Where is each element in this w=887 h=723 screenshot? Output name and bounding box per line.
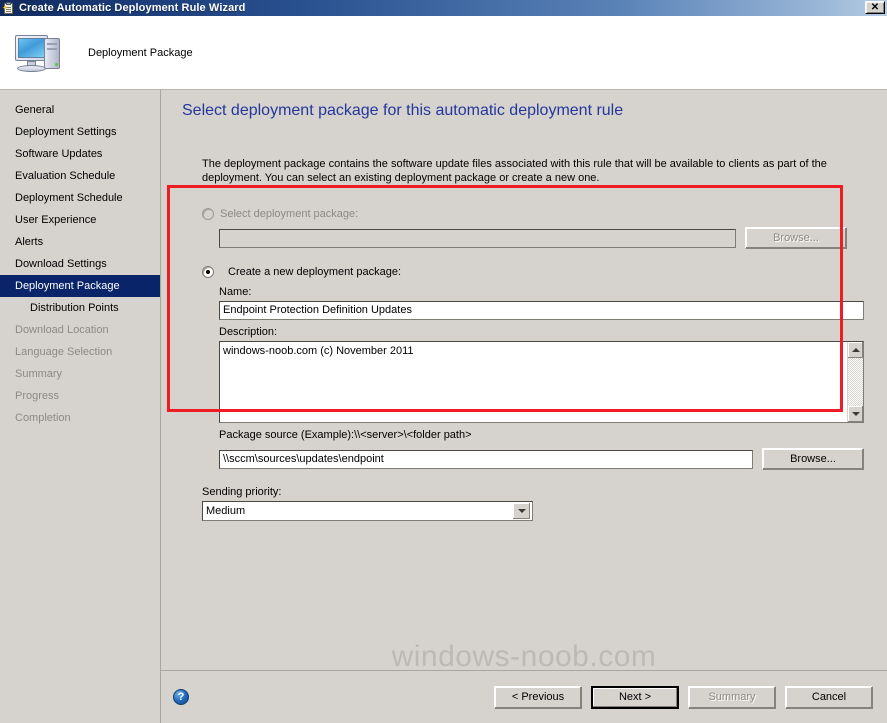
- summary-button: Summary: [688, 685, 776, 709]
- sidebar-item-general[interactable]: General: [0, 99, 160, 121]
- create-package-radio-row[interactable]: Create a new deployment package:: [202, 266, 869, 278]
- sidebar-item-completion: Completion: [15, 412, 71, 424]
- create-package-fields: Name: Endpoint Protection Definition Upd…: [219, 286, 864, 470]
- computer-icon: [14, 30, 66, 76]
- sidebar-item-software-updates[interactable]: Software Updates: [0, 143, 160, 165]
- title-bar: ✦ Create Automatic Deployment Rule Wizar…: [0, 0, 887, 16]
- sending-priority-label: Sending priority:: [202, 486, 282, 498]
- description-textarea[interactable]: windows-noob.com (c) November 2011: [219, 341, 864, 423]
- content-inner: Select deployment package for this autom…: [161, 90, 887, 673]
- select-package-radio-row[interactable]: Select deployment package:: [202, 208, 869, 220]
- content-heading: Select deployment package for this autom…: [182, 102, 624, 119]
- sidebar-item-user-experience[interactable]: User Experience: [0, 209, 160, 231]
- package-source-browse-button[interactable]: Browse...: [762, 448, 864, 470]
- scroll-up-icon[interactable]: [848, 342, 863, 358]
- select-package-label: Select deployment package:: [220, 208, 359, 220]
- sidebar-item-deployment-package[interactable]: Deployment Package: [0, 275, 160, 297]
- sidebar-item-distribution-points[interactable]: Distribution Points: [0, 297, 160, 319]
- sidebar-item-progress: Progress: [15, 390, 60, 402]
- sidebar-item-download-location: Download Location: [15, 324, 109, 336]
- create-package-label: Create a new deployment package:: [228, 266, 402, 278]
- sidebar-item-evaluation-schedule[interactable]: Evaluation Schedule: [0, 165, 160, 187]
- scroll-down-icon[interactable]: [848, 406, 863, 422]
- select-package-row: Browse...: [219, 227, 847, 249]
- name-label: Name:: [219, 286, 252, 298]
- sending-priority-select[interactable]: Medium: [202, 501, 533, 521]
- window-title: Create Automatic Deployment Rule Wizard: [19, 2, 246, 14]
- page-title: Deployment Package: [88, 46, 193, 59]
- chevron-down-icon[interactable]: [513, 503, 530, 519]
- sidebar-item-deployment-schedule[interactable]: Deployment Schedule: [0, 187, 160, 209]
- name-input[interactable]: Endpoint Protection Definition Updates: [219, 301, 864, 320]
- package-source-row: \\sccm\sources\updates\endpoint Browse..…: [219, 448, 864, 470]
- close-icon[interactable]: ✕: [865, 1, 885, 14]
- package-source-label: Package source (Example):\\<server>\<fol…: [219, 429, 472, 441]
- sidebar-item-summary: Summary: [15, 368, 63, 380]
- content-description: The deployment package contains the soft…: [202, 158, 827, 184]
- previous-button[interactable]: < Previous: [494, 685, 582, 709]
- select-package-radio[interactable]: [202, 208, 214, 220]
- page-header: Deployment Package: [0, 16, 887, 90]
- watermark: windows-noob.com: [391, 640, 657, 673]
- select-package-browse-button: Browse...: [745, 227, 847, 249]
- cancel-button[interactable]: Cancel: [785, 685, 873, 709]
- sidebar-item-deployment-settings[interactable]: Deployment Settings: [0, 121, 160, 143]
- content-panel: Select deployment package for this autom…: [161, 90, 887, 723]
- next-button[interactable]: Next >: [591, 685, 679, 709]
- create-package-radio[interactable]: [202, 266, 214, 278]
- description-scrollbar[interactable]: [847, 342, 863, 422]
- wizard-step-list: General Deployment Settings Software Upd…: [0, 90, 161, 723]
- description-label: Description:: [219, 326, 278, 338]
- package-source-input[interactable]: \\sccm\sources\updates\endpoint: [219, 449, 753, 469]
- help-icon[interactable]: ?: [173, 689, 189, 705]
- footer-buttons: < Previous Next > Summary Cancel: [494, 685, 873, 709]
- footer-bar: ? < Previous Next > Summary Cancel: [161, 670, 887, 723]
- window-body: General Deployment Settings Software Upd…: [0, 90, 887, 723]
- sending-priority-group: Sending priority: Medium: [202, 486, 533, 521]
- sidebar-item-alerts[interactable]: Alerts: [0, 231, 160, 253]
- wizard-clipboard-icon: ✦: [2, 1, 15, 15]
- sidebar-item-language-selection: Language Selection: [15, 346, 113, 358]
- select-package-input: [219, 228, 736, 248]
- create-package-group: Create a new deployment package: Name: E…: [202, 266, 869, 470]
- sidebar-item-download-settings[interactable]: Download Settings: [0, 253, 160, 275]
- description-textarea-text[interactable]: windows-noob.com (c) November 2011: [220, 342, 847, 422]
- wizard-window: ✦ Create Automatic Deployment Rule Wizar…: [0, 0, 887, 723]
- sending-priority-value: Medium: [206, 505, 246, 517]
- title-bar-buttons: ✕: [865, 1, 885, 14]
